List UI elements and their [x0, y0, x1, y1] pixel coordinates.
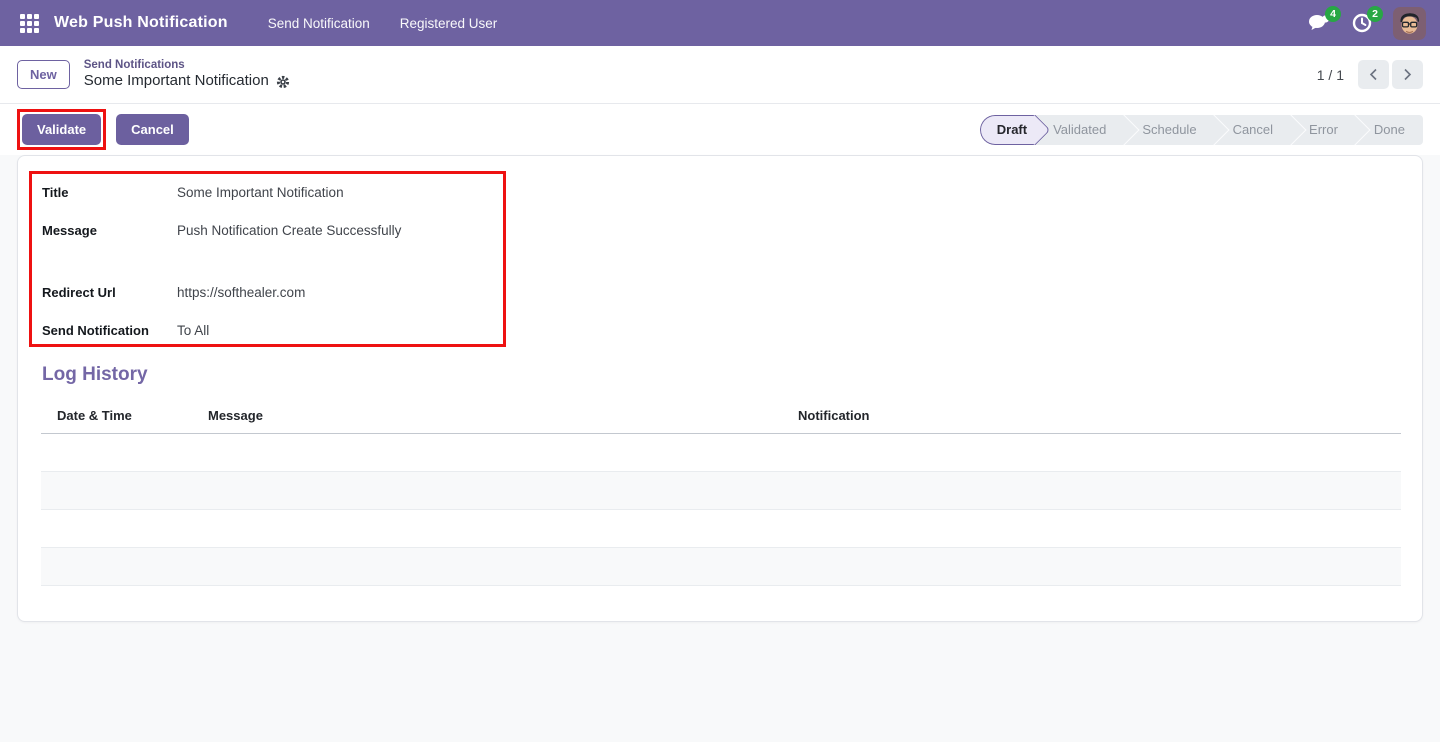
field-send-notification-value[interactable]: To All — [177, 323, 209, 338]
field-redirect-url: Redirect Url https://softhealer.com — [42, 285, 503, 300]
field-redirect-url-value[interactable]: https://softhealer.com — [177, 285, 305, 300]
table-row — [41, 433, 1401, 472]
messages-badge: 4 — [1325, 6, 1341, 22]
form-statusbar: Validate Cancel Draft Validated Schedule… — [0, 103, 1440, 155]
navbar-menu: Send Notification Registered User — [268, 16, 498, 31]
form-sheet: Title Some Important Notification Messag… — [17, 155, 1423, 622]
messages-button[interactable]: 4 — [1307, 6, 1341, 34]
validate-highlight-box: Validate — [17, 109, 107, 150]
menu-registered-user[interactable]: Registered User — [400, 16, 498, 31]
field-title: Title Some Important Notification — [42, 185, 503, 200]
field-title-label: Title — [42, 185, 69, 200]
breadcrumb: Send Notifications Some Important Notifi… — [84, 58, 290, 91]
navbar-systray: 4 2 — [1307, 6, 1426, 40]
action-menu-button[interactable] — [276, 75, 290, 89]
field-redirect-url-label: Redirect Url — [42, 285, 116, 300]
field-title-value[interactable]: Some Important Notification — [177, 185, 344, 200]
field-message: Message Push Notification Create Success… — [42, 223, 503, 238]
column-message[interactable]: Message — [192, 401, 782, 434]
status-steps: Draft Validated Schedule Cancel Error Do… — [979, 114, 1423, 145]
chevron-left-icon — [1369, 68, 1378, 81]
field-message-value[interactable]: Push Notification Create Successfully — [177, 223, 401, 238]
table-row — [41, 509, 1401, 548]
table-row — [41, 547, 1401, 586]
column-notification[interactable]: Notification — [782, 401, 1401, 434]
menu-send-notification[interactable]: Send Notification — [268, 16, 370, 31]
new-button[interactable]: New — [17, 60, 70, 89]
field-message-label: Message — [42, 223, 97, 238]
gear-icon — [276, 75, 290, 89]
chevron-right-icon — [1403, 68, 1412, 81]
validate-button[interactable]: Validate — [22, 114, 102, 145]
field-send-notification: Send Notification To All — [42, 323, 503, 338]
activities-badge: 2 — [1367, 6, 1383, 22]
page-content: Title Some Important Notification Messag… — [0, 155, 1440, 742]
top-navbar: Web Push Notification Send Notification … — [0, 0, 1440, 46]
column-date-time[interactable]: Date & Time — [41, 401, 192, 434]
user-avatar[interactable] — [1393, 6, 1426, 40]
pager-previous-button[interactable] — [1358, 60, 1389, 89]
breadcrumb-current: Some Important Notification — [83, 72, 269, 90]
pager-value: 1 / 1 — [1316, 66, 1344, 83]
apps-menu-button[interactable] — [14, 8, 44, 38]
control-panel: New Send Notifications Some Important No… — [0, 46, 1440, 103]
status-step-draft[interactable]: Draft — [979, 114, 1036, 145]
pager-next-button[interactable] — [1392, 60, 1423, 89]
cancel-button[interactable]: Cancel — [116, 114, 189, 145]
breadcrumb-parent-link[interactable]: Send Notifications — [84, 58, 290, 72]
app-title: Web Push Notification — [54, 14, 228, 31]
fields-highlight-box: Title Some Important Notification Messag… — [29, 171, 506, 347]
log-history-title: Log History — [42, 364, 148, 385]
pager: 1 / 1 — [1317, 60, 1423, 89]
log-history-table: Date & Time Message Notification — [41, 401, 1401, 586]
table-row — [41, 471, 1401, 510]
field-send-notification-label: Send Notification — [42, 323, 149, 338]
apps-grid-icon — [19, 13, 39, 33]
table-header-row: Date & Time Message Notification — [41, 401, 1401, 434]
activities-button[interactable]: 2 — [1351, 6, 1383, 34]
